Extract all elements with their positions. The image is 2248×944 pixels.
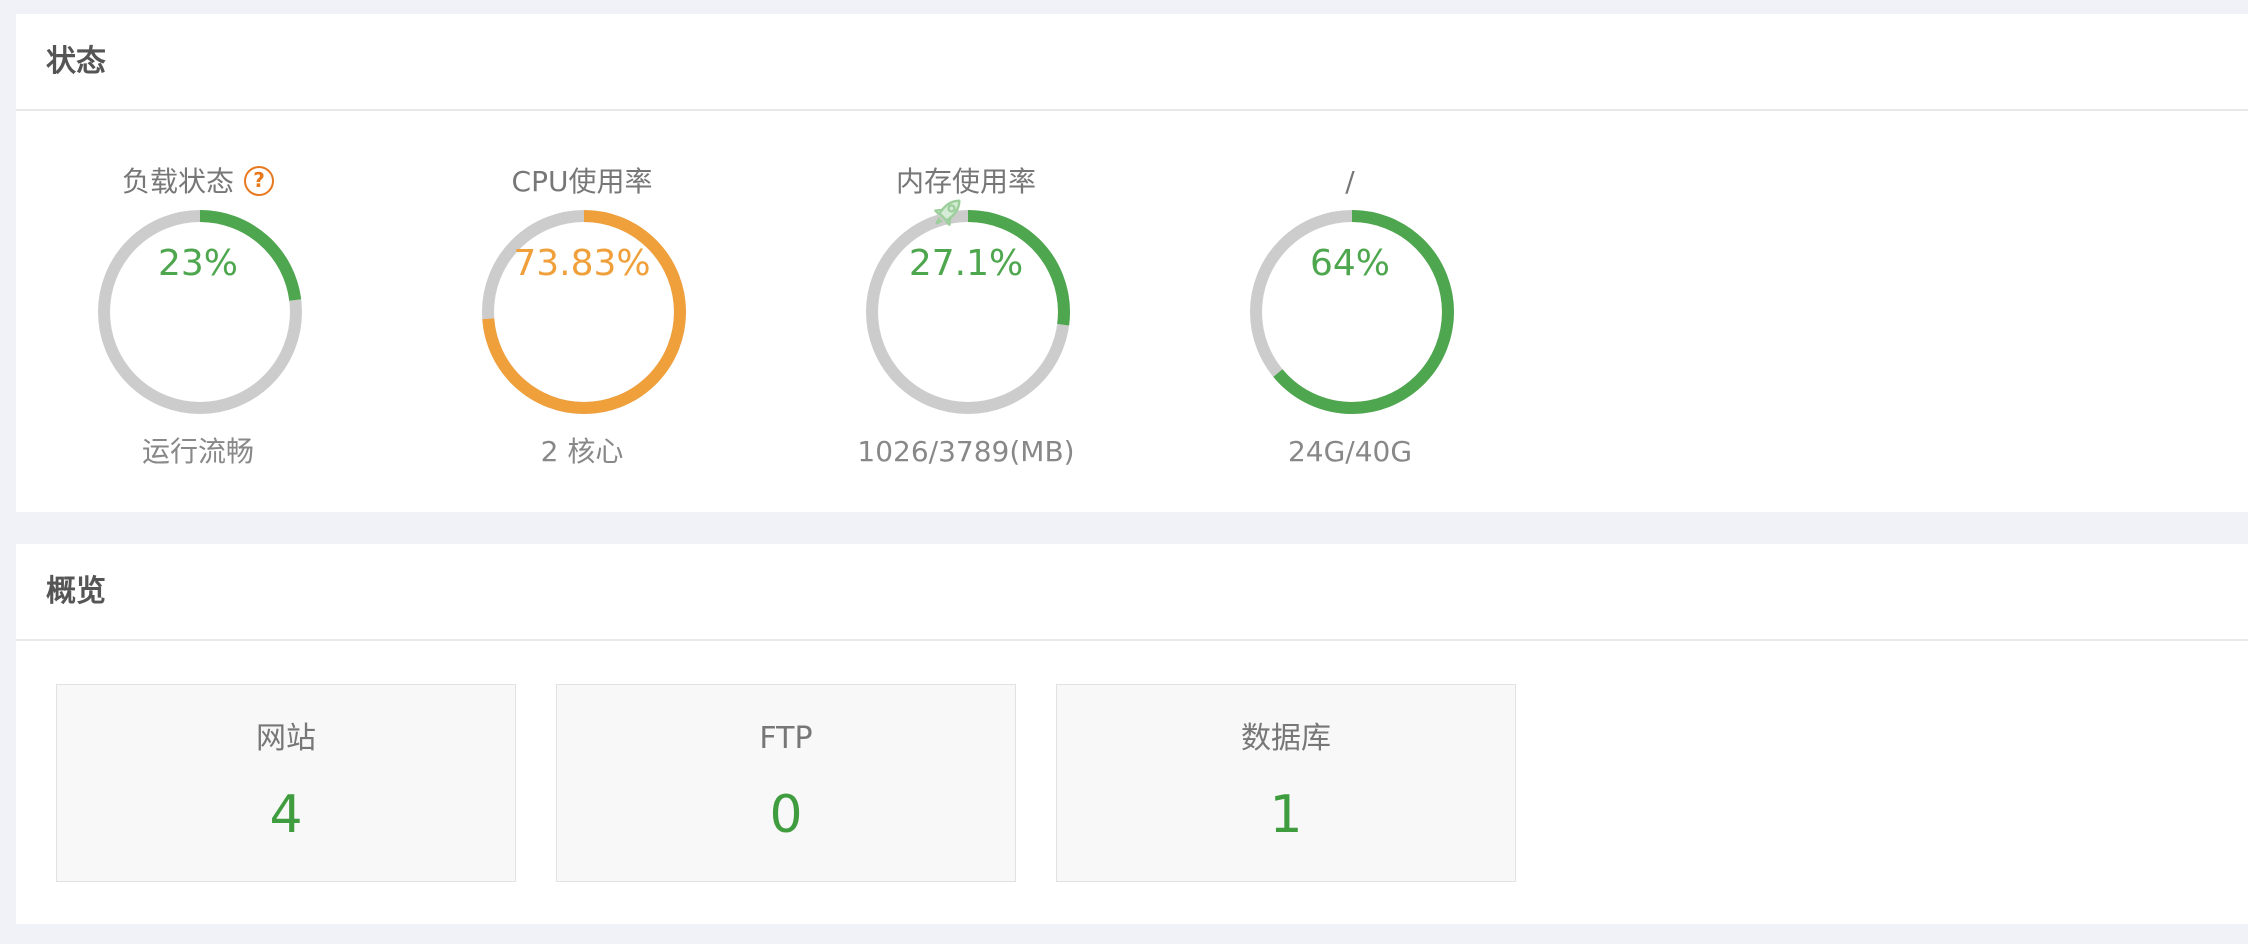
database-label: 数据库: [1241, 721, 1331, 756]
ftp-count[interactable]: 0: [557, 785, 1015, 845]
load-status-description: 运行流畅: [141, 435, 254, 468]
disk-usage-value: 64%: [1309, 243, 1390, 284]
load-status-title: 负载状态?: [78, 164, 318, 200]
status-panel-title: 状态: [46, 44, 106, 79]
question-circle-icon[interactable]: ?: [244, 166, 274, 196]
ftp-label: FTP: [759, 721, 813, 756]
gauge-ring-svg: [1250, 210, 1454, 414]
gauge-ring-svg: [866, 210, 1070, 414]
website-count[interactable]: 4: [57, 785, 515, 845]
overview-panel: 概览 网站 4 FTP 0 数据库 1: [16, 544, 2248, 924]
disk-amount: 24G/40G: [1287, 435, 1413, 468]
gauge-ring-svg: [482, 210, 686, 414]
cpu-usage-ring: [482, 210, 686, 414]
gauge-ring-svg: [98, 210, 302, 414]
load-status-value: 23%: [157, 243, 238, 284]
database-count[interactable]: 1: [1057, 785, 1515, 845]
rocket-icon[interactable]: [928, 192, 968, 232]
status-panel: 状态 负载状态? 23% 运行流畅 CPU使用率 73.83% 2 核心 内存使…: [16, 14, 2248, 512]
overview-panel-title: 概览: [46, 574, 106, 609]
website-card[interactable]: 网站 4: [56, 684, 516, 882]
database-card[interactable]: 数据库 1: [1056, 684, 1516, 882]
website-label: 网站: [256, 721, 316, 756]
memory-usage-value: 27.1%: [908, 243, 1024, 284]
cpu-cores: 2 核心: [540, 435, 624, 468]
disk-usage-ring: [1250, 210, 1454, 414]
disk-mount-title: /: [1345, 165, 1355, 198]
ftp-card[interactable]: FTP 0: [556, 684, 1016, 882]
load-status-ring: [98, 210, 302, 414]
load-status-label: 负载状态: [121, 165, 234, 198]
memory-usage-ring: [866, 210, 1070, 414]
cpu-usage-title: CPU使用率: [511, 165, 653, 198]
overview-panel-header: 概览: [16, 544, 2248, 641]
memory-amount: 1026/3789(MB): [857, 435, 1075, 468]
cpu-usage-value: 73.83%: [513, 243, 651, 284]
status-panel-header: 状态: [16, 14, 2248, 111]
